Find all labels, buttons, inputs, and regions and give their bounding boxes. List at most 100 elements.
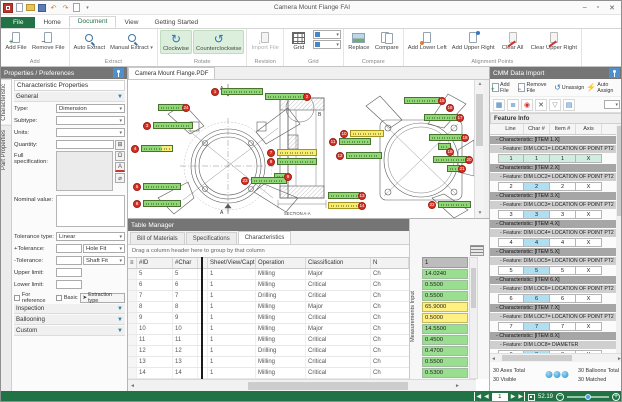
cmm-cell[interactable]: 3	[524, 210, 550, 219]
balloon-5[interactable]: 5	[133, 183, 141, 191]
cmm-cell[interactable]: 6	[550, 294, 576, 303]
cmm-auto-assign-button[interactable]: ⚡ Auto Assign	[586, 82, 621, 94]
table-row[interactable]: 661MillingCriticalCh	[128, 280, 409, 291]
dimension-callout[interactable]	[346, 152, 382, 159]
balloon-19[interactable]: 19	[446, 148, 454, 156]
balloon-24[interactable]: 24	[182, 104, 190, 112]
subtype-dropdown[interactable]: ▾	[56, 116, 125, 125]
column-header-classification[interactable]: Classification	[306, 258, 371, 268]
font-button[interactable]: A	[115, 162, 125, 172]
dimension-callout[interactable]	[404, 97, 440, 104]
scroll-right-icon[interactable]: ►	[455, 382, 460, 391]
dimension-callout[interactable]	[433, 156, 467, 163]
cmm-data-row[interactable]: 666X	[490, 294, 616, 303]
balloon-21[interactable]: 21	[458, 165, 466, 173]
tolerance-type-dropdown[interactable]: Linear▾	[56, 232, 125, 241]
add-upper-right-button[interactable]: Add Upper Right	[450, 30, 497, 52]
cmm-cell[interactable]: 4	[524, 238, 550, 247]
minus-tolerance-input[interactable]	[56, 256, 82, 265]
column-header-item-number[interactable]: Item #	[550, 124, 576, 134]
cmm-data-row[interactable]: 111X	[490, 154, 616, 163]
column-header-line[interactable]: Line	[498, 124, 524, 134]
balloon-23[interactable]: 23	[241, 177, 249, 185]
cmm-data-row[interactable]: 555X	[490, 266, 616, 275]
cmm-data-row[interactable]: 777X	[490, 322, 616, 331]
cmm-cell[interactable]: X	[576, 210, 602, 219]
cmm-cell[interactable]: X	[576, 294, 602, 303]
cmm-cell[interactable]: 7	[524, 322, 550, 331]
cmm-cell[interactable]: 7	[550, 322, 576, 331]
section-custom[interactable]: Custom▼	[14, 326, 125, 336]
balloon-3[interactable]: 3	[143, 122, 151, 130]
balloon-15[interactable]: 15	[438, 97, 446, 105]
cmm-horizontal-scrollbar[interactable]: ◄ ►	[490, 353, 622, 362]
scroll-up-icon[interactable]: ▲	[475, 80, 485, 89]
grid-button[interactable]: Grid	[286, 30, 312, 52]
table-row[interactable]: 13131MillingCriticalCh	[128, 357, 409, 368]
measurement-value-cell[interactable]: 0.5500	[422, 280, 468, 290]
undo-icon[interactable]: ↶	[49, 3, 58, 12]
cmm-add-file-button[interactable]: + Add File	[492, 82, 516, 94]
type-dropdown[interactable]: Dimension▾	[56, 104, 125, 113]
scroll-thumb[interactable]	[248, 382, 408, 390]
tab-getting-started[interactable]: Getting Started	[146, 18, 206, 28]
last-page-button[interactable]: ▶	[518, 392, 525, 402]
measurement-value-cell[interactable]: 0.4700	[422, 346, 468, 356]
cmm-cell[interactable]: 5	[550, 266, 576, 275]
row-selector[interactable]	[128, 291, 137, 301]
dimension-callout[interactable]	[143, 183, 181, 190]
cmm-cell[interactable]: 6	[498, 294, 524, 303]
tab-bill-of-materials[interactable]: Bill of Materials	[130, 232, 185, 244]
compare-button[interactable]: Compare	[373, 30, 401, 52]
cmm-feature-row[interactable]: Feature: DIM LOC8= DIAMETER	[490, 341, 616, 349]
fit-to-window-icon[interactable]	[528, 394, 535, 401]
tab-view[interactable]: View	[116, 18, 146, 28]
new-file-icon[interactable]	[16, 3, 23, 12]
rotate-clockwise-button[interactable]: ↻ Clockwise	[160, 30, 192, 54]
tab-characteristic[interactable]: Characteristic	[1, 79, 12, 126]
zoom-slider[interactable]	[567, 396, 609, 398]
plus-tolerance-input[interactable]	[56, 244, 82, 253]
scroll-thumb[interactable]	[476, 94, 483, 146]
dimension-callout[interactable]	[143, 200, 181, 207]
document-tab[interactable]: Camera Mount Flange.PDF	[128, 67, 215, 79]
table-row[interactable]: 12121DrillingCriticalCh	[128, 346, 409, 357]
cmm-characteristic-row[interactable]: Characteristic: [ITEM 8.X]	[490, 332, 616, 340]
cmm-cell[interactable]: X	[576, 266, 602, 275]
nominal-value-textarea[interactable]	[56, 195, 125, 227]
tab-part-properties[interactable]: Part Properties	[1, 126, 12, 174]
dimension-callout[interactable]	[328, 192, 360, 199]
grid-color-dropdown-2[interactable]: ▾	[313, 40, 341, 49]
balloon-10[interactable]: 10	[340, 130, 348, 138]
auto-extract-button[interactable]: Auto Extract	[72, 30, 108, 52]
zoom-slider-knob[interactable]	[585, 394, 591, 400]
pin-icon[interactable]	[113, 68, 124, 78]
cmm-cell[interactable]: 4	[498, 238, 524, 247]
diameter-symbol-button[interactable]: ⌀	[115, 173, 125, 183]
balloon-filter-icon[interactable]: ◉	[521, 99, 533, 111]
next-page-button[interactable]: ▶	[511, 392, 516, 402]
measurement-value-cell[interactable]: 0.5500	[422, 357, 468, 367]
column-header-char-number[interactable]: Char #	[524, 124, 550, 134]
upper-limit-input[interactable]	[56, 268, 82, 277]
open-file-icon[interactable]	[26, 4, 35, 11]
units-dropdown[interactable]: ▾	[56, 128, 125, 137]
shaft-fit-dropdown[interactable]: Shaft Fit▾	[83, 256, 125, 265]
balloon-7[interactable]: 7	[267, 149, 275, 157]
balloon-22[interactable]: 22	[428, 201, 436, 209]
dimension-callout[interactable]	[424, 114, 458, 121]
cmm-feature-row[interactable]: Feature: DIM LOC7= LOCATION OF POINT PT2	[490, 313, 616, 321]
row-selector[interactable]	[128, 313, 137, 323]
dimension-callout[interactable]	[350, 130, 384, 137]
report-icon[interactable]: ▤	[563, 99, 575, 111]
measurement-value-cell[interactable]: 14.5500	[422, 324, 468, 334]
section-ballooning[interactable]: Ballooning▼	[14, 315, 125, 325]
export-icon[interactable]	[73, 3, 80, 12]
cmm-cell[interactable]: X	[576, 238, 602, 247]
for-reference-checkbox[interactable]	[14, 295, 20, 301]
scroll-down-icon[interactable]: ▼	[475, 209, 485, 218]
close-button[interactable]: ✕	[609, 4, 615, 12]
remove-file-button[interactable]: − Remove File	[30, 30, 67, 52]
previous-page-button[interactable]: ◀	[484, 392, 489, 402]
hole-fit-dropdown[interactable]: Hole Fit▾	[83, 244, 125, 253]
